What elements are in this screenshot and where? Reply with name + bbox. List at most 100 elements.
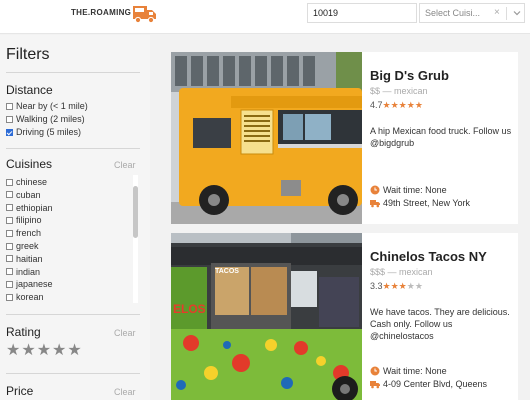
star-icon[interactable]: ★ [67, 343, 81, 359]
star-icon[interactable]: ★ [6, 343, 20, 359]
divider [6, 148, 140, 149]
star-filled-icon: ★ [398, 100, 407, 110]
cuisine-select-placeholder: Select Cuisi... [425, 8, 481, 18]
checkbox[interactable] [6, 293, 13, 301]
checkbox-checked[interactable] [6, 128, 13, 136]
rating-stars: ★★★★★ [383, 100, 423, 110]
truck-description: We have tacos. They are delicious. Cash … [370, 307, 510, 341]
truck-address: 49th Street, New York [370, 198, 470, 208]
option-label: chinese [16, 177, 48, 187]
option-label: filipino [16, 215, 42, 226]
address-text: 49th Street, New York [383, 198, 471, 208]
truck-card-body: Big D's Grub $$ — mexican 4.7 ★★★★★ A hi… [362, 52, 518, 224]
price-title: Price [6, 384, 34, 398]
truck-address: 4-09 Center Blvd, Queens [370, 379, 487, 389]
cuisine-option-korean[interactable]: korean [6, 292, 44, 302]
option-label: ethiopian [16, 202, 53, 213]
wait-time-text: Wait time: None [383, 366, 447, 376]
truck-wait-time: Wait time: None [370, 185, 447, 195]
truck-icon [370, 200, 380, 208]
app-header: THE.ROAMING Select Cuisi... × [0, 0, 530, 34]
option-label: french [16, 228, 42, 239]
option-label: Driving (5 miles) [16, 127, 82, 137]
cuisine-option-japanese[interactable]: japanese [6, 279, 53, 289]
address-text: 4-09 Center Blvd, Queens [383, 379, 488, 389]
star-filled-icon: ★ [406, 100, 415, 110]
star-filled-icon: ★ [390, 100, 399, 110]
checkbox[interactable] [6, 229, 13, 237]
svg-text:ELOS: ELOS [173, 302, 206, 316]
star-filled-icon: ★ [382, 100, 391, 110]
truck-photo-yellow [171, 52, 362, 224]
star-empty-icon: ★ [414, 281, 423, 291]
rating-title: Rating [6, 325, 41, 339]
cuisines-clear-link[interactable]: Clear [114, 160, 136, 170]
truck-description: A hip Mexican food truck. Follow us @big… [370, 126, 512, 148]
checkbox[interactable] [6, 102, 13, 110]
star-filled-icon: ★ [390, 281, 399, 291]
cuisine-option-greek[interactable]: greek [6, 241, 39, 251]
truck-card[interactable]: Big D's Grub $$ — mexican 4.7 ★★★★★ A hi… [171, 52, 518, 224]
price-clear-link[interactable]: Clear [114, 387, 136, 397]
cuisine-option-indian[interactable]: indian [6, 267, 40, 277]
chevron-down-icon[interactable] [511, 7, 523, 19]
select-separator [506, 7, 507, 20]
checkbox[interactable] [6, 242, 13, 250]
logo-text[interactable]: THE.ROAMING [71, 8, 131, 17]
cuisine-scrollbar-thumb[interactable] [133, 186, 138, 238]
checkbox[interactable] [6, 204, 13, 212]
star-icon[interactable]: ★ [21, 343, 35, 359]
divider [6, 373, 140, 374]
distance-option-nearby[interactable]: Near by (< 1 mile) [6, 101, 88, 111]
truck-icon [370, 381, 380, 389]
option-label: indian [16, 266, 41, 277]
option-label: japanese [16, 279, 53, 290]
truck-rating: 3.3 ★★★★★ [370, 281, 423, 291]
checkbox[interactable] [6, 216, 13, 224]
clock-icon [370, 185, 380, 195]
option-label: korean [16, 292, 44, 303]
divider [6, 72, 140, 73]
truck-rating: 4.7 ★★★★★ [370, 100, 423, 110]
truck-photo-graffiti: ELOS TACOS [171, 233, 362, 400]
location-zip-input[interactable] [307, 3, 417, 23]
truck-card-body: Chinelos Tacos NY $$$ — mexican 3.3 ★★★★… [362, 233, 518, 400]
cuisine-option-filipino[interactable]: filipino [6, 215, 42, 225]
option-label: haitian [16, 253, 43, 264]
cuisines-title: Cuisines [6, 157, 53, 171]
rating-value: 4.7 [370, 100, 383, 110]
cuisine-option-chinese[interactable]: chinese [6, 177, 47, 187]
cuisine-select[interactable]: Select Cuisi... × [419, 3, 525, 23]
cuisine-option-ethiopian[interactable]: ethiopian [6, 203, 53, 213]
truck-card[interactable]: ELOS TACOS Chinelos Tacos NY $$$ — mexic… [171, 233, 518, 400]
star-empty-icon: ★ [406, 281, 415, 291]
distance-option-walking[interactable]: Walking (2 miles) [6, 114, 85, 124]
filters-sidebar: Filters Distance Near by (< 1 mile) Walk… [0, 35, 150, 400]
distance-option-driving[interactable]: Driving (5 miles) [6, 127, 81, 137]
truck-price-cuisine: $$$ — mexican [370, 267, 433, 277]
checkbox[interactable] [6, 255, 13, 263]
star-icon[interactable]: ★ [37, 343, 51, 359]
checkbox[interactable] [6, 191, 13, 199]
clear-icon[interactable]: × [494, 7, 500, 18]
truck-name[interactable]: Big D's Grub [370, 68, 449, 83]
option-label: Walking (2 miles) [16, 114, 85, 124]
filters-title: Filters [6, 46, 50, 63]
star-filled-icon: ★ [398, 281, 407, 291]
wait-time-text: Wait time: None [383, 185, 447, 195]
truck-name[interactable]: Chinelos Tacos NY [370, 249, 487, 264]
rating-filter-stars[interactable]: ★ ★ ★ ★ ★ [6, 343, 83, 359]
cuisine-option-cuban[interactable]: cuban [6, 190, 41, 200]
cuisine-option-haitian[interactable]: haitian [6, 254, 43, 264]
checkbox[interactable] [6, 268, 13, 276]
cuisine-option-french[interactable]: french [6, 228, 41, 238]
rating-value: 3.3 [370, 281, 383, 291]
checkbox[interactable] [6, 178, 13, 186]
star-icon[interactable]: ★ [52, 343, 66, 359]
checkbox[interactable] [6, 280, 13, 288]
food-truck-icon[interactable] [132, 4, 158, 24]
checkbox[interactable] [6, 115, 13, 123]
option-label: greek [16, 241, 39, 251]
rating-clear-link[interactable]: Clear [114, 328, 136, 338]
option-label: cuban [16, 189, 41, 200]
